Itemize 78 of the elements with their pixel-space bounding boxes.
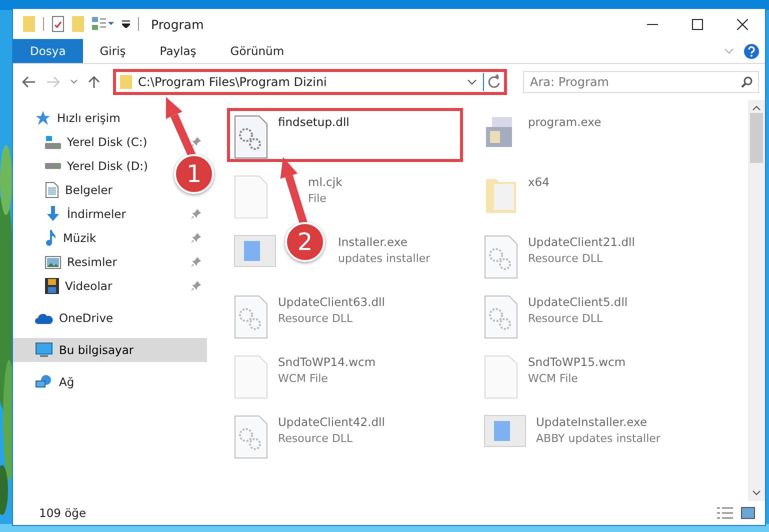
file-name[interactable]: Installer.exe — [338, 235, 430, 249]
file-name[interactable]: program.exe — [528, 115, 602, 129]
download-icon — [45, 206, 61, 222]
file-type: Resource DLL — [278, 312, 354, 325]
sidebar-item[interactable]: Belgeler — [65, 183, 113, 197]
monitor-icon — [35, 342, 53, 358]
installer-icon — [234, 235, 276, 267]
sidebar-item[interactable]: OneDrive — [59, 311, 114, 325]
close-icon — [737, 18, 748, 30]
folder-icon — [120, 75, 132, 89]
ribbon-tab[interactable]: Paylaş — [142, 39, 214, 63]
film-icon — [45, 278, 59, 294]
file-type: Resource DLL — [528, 252, 604, 265]
file-type: WCM File — [528, 372, 579, 385]
large-icons-view-icon[interactable] — [741, 507, 755, 519]
sidebar-item[interactable]: Videolar — [65, 279, 112, 293]
file-type: WCM File — [278, 372, 329, 385]
scroll-thumb[interactable] — [750, 113, 763, 163]
file-name[interactable]: findsetup.dll — [278, 115, 350, 129]
installer-icon — [484, 415, 526, 447]
star-icon — [35, 110, 51, 126]
file-name[interactable]: UpdateClient42.dll — [278, 415, 385, 429]
scrollbar[interactable] — [748, 100, 765, 501]
drive-icon — [45, 163, 61, 169]
file-name[interactable]: SndToWP14.wcm — [278, 355, 376, 369]
folder-icon — [23, 16, 35, 32]
search-icon[interactable] — [741, 76, 753, 88]
settings-file-icon — [484, 235, 518, 279]
ribbon-tab[interactable]: Görünüm — [213, 39, 302, 63]
settings-file-icon — [234, 295, 268, 339]
file-name[interactable]: UpdateClient21.dll — [528, 235, 635, 249]
sidebar-item[interactable]: Bu bilgisayar — [59, 343, 134, 357]
picture-icon — [45, 256, 61, 268]
address-bar[interactable]: C:\Program Files\Program Dizini — [113, 69, 507, 95]
sidebar-item[interactable]: Yerel Disk (C:) — [67, 135, 148, 149]
cloud-icon — [35, 312, 53, 324]
address-path: C:\Program Files\Program Dizini — [138, 75, 328, 89]
file-type: updates installer — [338, 252, 430, 265]
file-name[interactable]: UpdateInstaller.exe — [536, 415, 660, 429]
sidebar-item[interactable]: Resimler — [67, 255, 117, 269]
file-icon — [234, 175, 268, 219]
view-icon[interactable] — [92, 17, 114, 31]
window-title: Program — [151, 16, 204, 32]
network-icon — [35, 374, 53, 390]
file-name[interactable]: UpdateClient63.dll — [278, 295, 385, 309]
caret-icon[interactable] — [122, 20, 130, 28]
document-icon — [45, 182, 59, 198]
ribbon-tab[interactable]: Giriş — [82, 39, 143, 63]
sidebar-item[interactable]: Yerel Disk (D:) — [67, 159, 148, 173]
file-name[interactable]: SndToWP15.wcm — [528, 355, 626, 369]
chevron-down-icon[interactable] — [467, 79, 477, 85]
search-field[interactable]: Ara: Program — [523, 71, 759, 93]
settings-file-icon — [234, 115, 268, 159]
settings-file-icon — [234, 415, 268, 459]
ribbon-tab[interactable]: Dosya — [13, 39, 83, 63]
sidebar-item[interactable]: Hızlı erişim — [57, 111, 120, 125]
file-icon — [234, 355, 268, 399]
music-note-icon — [45, 230, 57, 246]
file-name[interactable]: UpdateClient5.dll — [528, 295, 628, 309]
file-name[interactable]: ml.cjk — [308, 175, 342, 189]
sidebar-item[interactable]: İndirmeler — [67, 207, 126, 221]
properties-icon[interactable] — [52, 16, 64, 32]
maximize-icon — [692, 18, 703, 30]
item-count: 109 öğe — [39, 506, 86, 520]
file-name[interactable]: x64 — [528, 175, 550, 189]
settings-file-icon — [484, 295, 518, 339]
details-view-icon[interactable] — [717, 507, 733, 519]
help-icon[interactable] — [744, 44, 759, 58]
scroll-up-icon[interactable] — [752, 105, 761, 111]
sidebar-item[interactable]: Ağ — [59, 375, 74, 389]
file-type: ABBY updates installer — [536, 432, 660, 445]
drive-icon — [45, 136, 61, 148]
file-type: Resource DLL — [278, 432, 354, 445]
sidebar-item[interactable]: Müzik — [63, 231, 96, 245]
file-icon — [484, 355, 518, 399]
scroll-down-icon[interactable] — [752, 490, 761, 496]
file-type: File — [308, 192, 328, 205]
file-type: Resource DLL — [528, 312, 604, 325]
